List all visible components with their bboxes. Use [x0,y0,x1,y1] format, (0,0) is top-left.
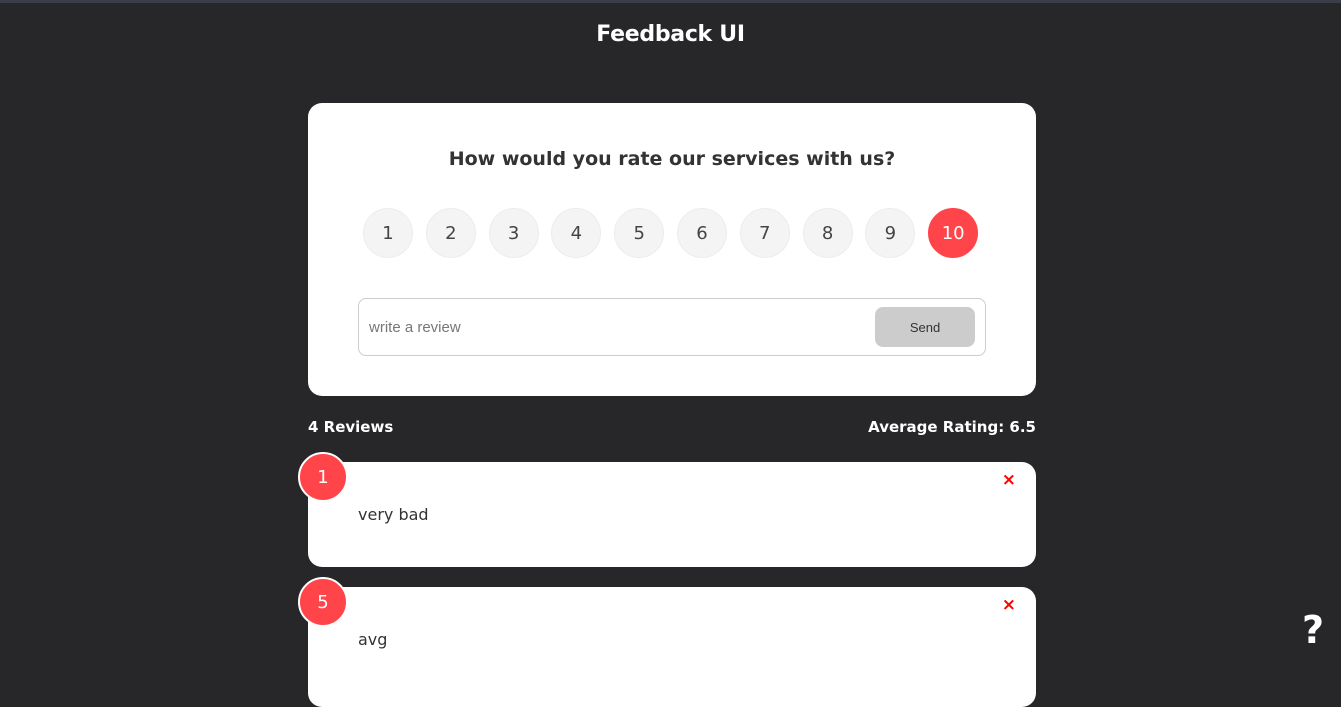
send-button[interactable]: Send [875,307,975,347]
top-border [0,0,1341,3]
review-input[interactable] [360,300,878,354]
rating-options: 1 2 3 4 5 6 7 8 9 10 [363,208,991,258]
rating-option-10[interactable]: 10 [928,208,979,258]
review-stats: 4 Reviews Average Rating: 6.5 [308,418,1036,442]
review-rating-badge: 1 [298,452,348,502]
rating-option-6[interactable]: 6 [676,208,727,258]
rating-question: How would you rate our services with us? [448,148,896,170]
delete-review-icon[interactable]: × [1002,595,1016,615]
rating-option-9[interactable]: 9 [865,208,916,258]
rating-option-8[interactable]: 8 [802,208,853,258]
review-form: Send [358,298,986,356]
review-text: very bad [358,505,429,524]
rating-option-3[interactable]: 3 [488,208,539,258]
help-icon[interactable]: ? [1298,608,1328,652]
rating-option-1[interactable]: 1 [363,208,413,258]
rating-option-4[interactable]: 4 [551,208,602,258]
review-text: avg [358,630,388,649]
rating-option-7[interactable]: 7 [739,208,790,258]
rating-option-5[interactable]: 5 [614,208,665,258]
review-item: 1 × very bad [298,452,1036,567]
review-rating-badge: 5 [298,577,348,627]
rating-card: How would you rate our services with us?… [308,103,1036,396]
average-rating: Average Rating: 6.5 [868,418,1036,436]
rating-option-2[interactable]: 2 [425,208,476,258]
review-item: 5 × avg [298,577,1036,707]
delete-review-icon[interactable]: × [1002,470,1016,490]
review-count: 4 Reviews [308,418,394,436]
app-title: Feedback UI [596,22,745,47]
